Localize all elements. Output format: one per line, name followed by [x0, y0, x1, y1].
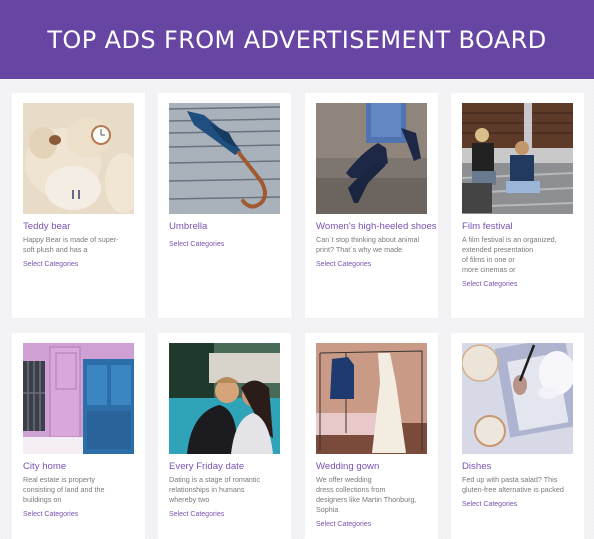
ad-card-every-friday-date[interactable]: Every Friday date Dating is a stage of r…	[158, 333, 291, 539]
description-line: whereby two	[169, 495, 210, 504]
ad-title[interactable]: Wedding gown	[316, 461, 441, 472]
ad-card-wedding-gown[interactable]: Wedding gown We offer wedding dress coll…	[305, 333, 438, 539]
ad-description: Real estate is property consisting of la…	[23, 475, 141, 505]
description-line: buildings on	[23, 495, 62, 504]
select-categories-link[interactable]: Select Categories	[462, 281, 517, 288]
ad-description: Fed up with pasta salad? This gluten-fre…	[462, 475, 580, 495]
description-line: Can`t stop thinking about animal	[316, 235, 420, 244]
ad-card-high-heeled-shoes[interactable]: Women's high-heeled shoes Can`t stop thi…	[305, 93, 438, 318]
description-line: more cinemas or	[462, 265, 516, 274]
ad-description: A film festival is an organized, extende…	[462, 235, 580, 275]
select-categories-link[interactable]: Select Categories	[462, 501, 517, 508]
description-line: consisting of land and the	[23, 485, 105, 494]
ad-description: Dating is a stage of romantic relationsh…	[169, 475, 287, 505]
ad-card-dishes[interactable]: Dishes Fed up with pasta salad? This glu…	[451, 333, 584, 539]
ad-title[interactable]: Umbrella	[169, 221, 294, 232]
teddy-bear-image[interactable]	[23, 103, 134, 214]
description-line: Dating is a stage of romantic	[169, 475, 261, 484]
description-line: We offer wedding	[316, 475, 372, 484]
description-line: designers like Martin Thonburg,	[316, 495, 417, 504]
description-line: Fed up with pasta salad? This	[462, 475, 558, 484]
ad-title[interactable]: Every Friday date	[169, 461, 294, 472]
description-line: Sophia	[316, 505, 339, 514]
ad-card-film-festival[interactable]: Film festival A film festival is an orga…	[451, 93, 584, 318]
description-line: Real estate is property	[23, 475, 95, 484]
high-heeled-shoes-image[interactable]	[316, 103, 427, 214]
ad-description: We offer wedding dress collections from …	[316, 475, 434, 515]
description-line: dress collections from	[316, 485, 386, 494]
select-categories-link[interactable]: Select Categories	[169, 241, 224, 248]
ad-card-umbrella[interactable]: Umbrella Select Categories	[158, 93, 291, 318]
friday-date-image[interactable]	[169, 343, 280, 454]
ad-title[interactable]: Women's high-heeled shoes	[316, 221, 441, 232]
umbrella-image[interactable]	[169, 103, 280, 214]
ad-title[interactable]: Film festival	[462, 221, 587, 232]
description-line: gluten-free alternative is packed	[462, 485, 564, 494]
ad-title[interactable]: Teddy bear	[23, 221, 148, 232]
select-categories-link[interactable]: Select Categories	[23, 511, 78, 518]
city-home-image[interactable]	[23, 343, 134, 454]
page-header: TOP ADS FROM ADVERTISEMENT BOARD	[0, 0, 594, 79]
description-line: of films in one or	[462, 255, 515, 264]
wedding-gown-image[interactable]	[316, 343, 427, 454]
description-line: Happy Bear is made of super-	[23, 235, 119, 244]
ad-description: Happy Bear is made of super- soft plush …	[23, 235, 141, 255]
page-title: TOP ADS FROM ADVERTISEMENT BOARD	[47, 25, 547, 54]
description-line: print? That`s why we made	[316, 245, 403, 254]
select-categories-link[interactable]: Select Categories	[316, 521, 371, 528]
dishes-image[interactable]	[462, 343, 573, 454]
description-line: A film festival is an organized,	[462, 235, 557, 244]
ad-card-teddy-bear[interactable]: Teddy bear Happy Bear is made of super- …	[12, 93, 145, 318]
description-line: relationships in humans	[169, 485, 245, 494]
select-categories-link[interactable]: Select Categories	[169, 511, 224, 518]
description-line: extended presentation	[462, 245, 534, 254]
ad-card-city-home[interactable]: City home Real estate is property consis…	[12, 333, 145, 539]
ad-title[interactable]: City home	[23, 461, 148, 472]
select-categories-link[interactable]: Select Categories	[316, 261, 371, 268]
ad-title[interactable]: Dishes	[462, 461, 587, 472]
ad-description: Can`t stop thinking about animal print? …	[316, 235, 434, 255]
film-festival-image[interactable]	[462, 103, 573, 214]
select-categories-link[interactable]: Select Categories	[23, 261, 78, 268]
description-line: soft plush and has a	[23, 245, 88, 254]
